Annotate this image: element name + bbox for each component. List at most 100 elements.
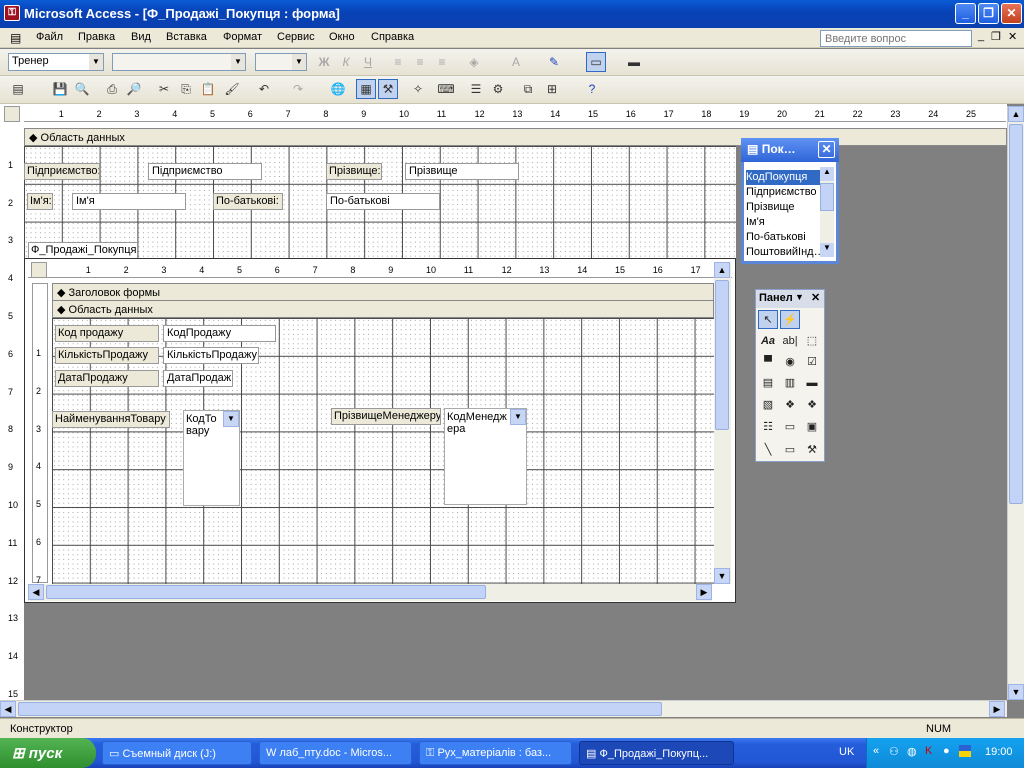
field-patronymic[interactable]: По-батькові [326,193,440,210]
align-center-icon[interactable]: ≡ [410,52,430,72]
menu-insert[interactable]: Вставка [166,31,207,43]
field-name[interactable]: Ім'я [72,193,186,210]
font-name-combo[interactable]: ▼ [112,53,246,71]
textbox-tool-icon[interactable]: ab| [780,332,800,351]
field-item[interactable]: ПоштовийІнд… [746,245,820,260]
command-button-icon[interactable]: ▬ [802,374,822,393]
subform-label[interactable]: Ф_Продажі_Покупця [28,242,138,259]
paste-icon[interactable]: 📋 [198,79,218,99]
toolbox-titlebar[interactable]: Панел ▼ ✕ [756,290,824,308]
bound-object-icon[interactable]: ❖ [802,396,822,415]
new-object-icon[interactable]: ⊞ [542,79,562,99]
field-list-scroll-thumb[interactable] [820,183,834,211]
scroll-right-icon[interactable]: ▶ [989,701,1005,717]
scroll-up-icon[interactable]: ▲ [820,167,834,181]
copy-icon[interactable]: ⎘ [176,79,196,99]
toolbox-close-icon[interactable]: ✕ [811,291,820,304]
task-word-doc[interactable]: W лаб_пту.doc - Micros... [259,741,412,765]
subform-header-bar[interactable]: ◆ Заголовок формы [52,283,714,301]
field-list-titlebar[interactable]: ▤ Пок… ✕ [741,138,839,162]
label-patronymic[interactable]: По-батькові: [213,193,283,210]
autoformat-icon[interactable]: ✧ [408,79,428,99]
ukraine-flag-icon[interactable] [959,745,971,757]
field-item[interactable]: Підприємство [746,185,820,200]
page-break-icon[interactable]: ☷ [758,418,778,437]
ask-question-input[interactable] [820,30,972,47]
scroll-down-icon[interactable]: ▼ [820,243,834,257]
align-left-icon[interactable]: ≡ [388,52,408,72]
task-removable-disk[interactable]: ▭ Съемный диск (J:) [102,741,252,765]
chevron-down-icon[interactable]: ▼ [223,411,239,427]
task-form[interactable]: ▤ Ф_Продажі_Покупц... [579,741,734,765]
scroll-up-icon[interactable]: ▲ [1008,106,1024,122]
menu-help[interactable]: Справка [371,31,414,43]
more-controls-icon[interactable]: ⚒ [802,441,822,460]
label-surname[interactable]: Прізвище: [326,163,382,180]
border-width-icon[interactable]: ▭ [586,52,606,72]
field-item[interactable]: По-батькові [746,230,820,245]
combo-box-icon[interactable]: ▤ [758,374,778,393]
scroll-down-icon[interactable]: ▼ [1008,684,1024,700]
line-tool-icon[interactable]: ╲ [758,441,778,460]
subform-selector[interactable] [31,262,47,278]
align-right-icon[interactable]: ≡ [432,52,452,72]
task-database[interactable]: ⚿ Рух_матеріалів : баз... [419,741,572,765]
print-preview-icon[interactable]: 🔎 [124,79,144,99]
redo-icon[interactable]: ↷ [288,79,308,99]
subform-hscrollbar[interactable]: ◀ ▶ [28,584,712,601]
start-button[interactable]: ⊞ пуск [0,738,96,768]
italic-button[interactable]: К [336,52,356,72]
tray-back-icon[interactable]: « [873,745,879,757]
scroll-left-icon[interactable]: ◀ [0,701,16,717]
tab-control-icon[interactable]: ▭ [780,418,800,437]
product-code-combo[interactable]: КодТовару ▼ [183,410,240,506]
field-surname[interactable]: Прізвище [405,163,519,180]
field-item[interactable]: Ім'я [746,215,820,230]
subform-tool-icon[interactable]: ▣ [802,418,822,437]
special-effect-icon[interactable]: ▬ [624,52,644,72]
minimize-button[interactable]: _ [955,3,976,24]
code-icon[interactable]: ⌨ [436,79,456,99]
line-color-icon[interactable]: ✎ [544,52,564,72]
label-sale-qty[interactable]: КількістьПродажу [55,347,159,364]
chevron-down-icon[interactable]: ▼ [510,409,526,425]
bold-button[interactable]: Ж [314,52,334,72]
build-icon[interactable]: ⚙ [488,79,508,99]
field-company[interactable]: Підприємство [148,163,262,180]
scroll-left-icon[interactable]: ◀ [28,584,44,600]
database-window-icon[interactable]: ⧉ [518,79,538,99]
field-list-close-button[interactable]: ✕ [818,141,835,158]
close-button[interactable]: ✕ [1001,3,1022,24]
field-item[interactable]: Прізвище [746,200,820,215]
menu-service[interactable]: Сервис [277,31,315,43]
field-sale-qty[interactable]: КількістьПродажу [163,347,259,364]
subform-hscroll-thumb[interactable] [46,585,486,599]
option-button-icon[interactable]: ◉ [780,353,800,372]
field-sale-code[interactable]: КодПродажу [163,325,276,342]
fill-color-icon[interactable]: ◈ [464,52,484,72]
tray-antivirus-icon[interactable]: K [925,745,932,757]
main-hscroll-thumb[interactable] [18,702,662,716]
rectangle-tool-icon[interactable]: ▭ [780,441,800,460]
label-sale-date[interactable]: ДатаПродажу [55,370,159,387]
field-sale-date[interactable]: ДатаПродаж [163,370,233,387]
restore-button[interactable]: ❐ [978,3,999,24]
main-vscroll-thumb[interactable] [1009,124,1023,504]
field-item[interactable]: КодПокупця [746,170,820,185]
font-color-icon[interactable]: А [506,52,526,72]
scroll-up-icon[interactable]: ▲ [714,262,730,278]
tray-update-icon[interactable]: ● [943,745,950,757]
font-size-combo[interactable]: ▼ [255,53,307,71]
cut-icon[interactable]: ✂ [154,79,174,99]
menu-format[interactable]: Формат [223,31,262,43]
unbound-object-icon[interactable]: ❖ [780,396,800,415]
list-box-icon[interactable]: ▥ [780,374,800,393]
subform-detail-bar[interactable]: ◆ Область данных [52,300,714,318]
manager-code-combo[interactable]: КодМенеджера ▼ [444,408,527,505]
main-vscrollbar[interactable]: ▲ ▼ [1007,106,1024,700]
format-painter-icon[interactable]: 🖌 [222,79,242,99]
scroll-down-icon[interactable]: ▼ [714,568,730,584]
label-sale-code[interactable]: Код продажу [55,325,159,342]
wizard-icon[interactable]: ⚡ [780,310,800,329]
object-combo[interactable]: Тренер ▼ [8,53,104,71]
